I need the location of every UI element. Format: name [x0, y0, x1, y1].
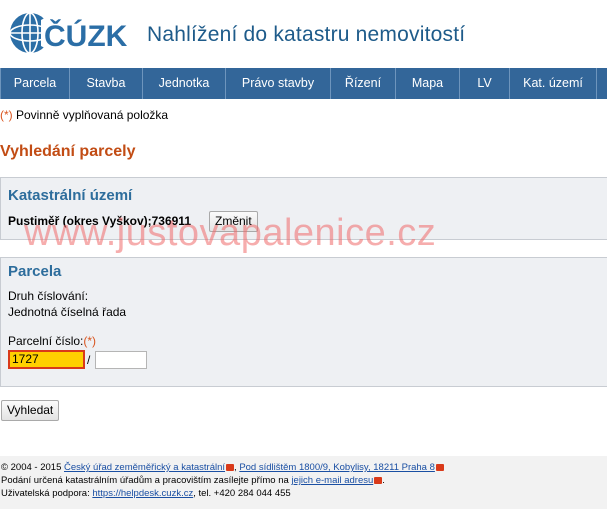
app-title: Nahlížení do katastru nemovitostí — [147, 23, 466, 46]
footer-phone: , tel. +420 284 044 455 — [193, 488, 291, 499]
parcel-number-label-row: Parcelní číslo:(*) — [8, 334, 96, 348]
required-field-note: (*) Povinně vyplňovaná položka — [0, 108, 168, 122]
footer-org-link[interactable]: Český úřad zeměměřický a katastrální — [64, 462, 225, 473]
nav-kat-uzemi[interactable]: Kat. území — [510, 68, 597, 99]
cadastral-area-panel: Katastrální území Pustiměř (okres Vyškov… — [0, 177, 607, 240]
parcel-number-input[interactable]: 1727 — [8, 350, 85, 369]
cuzk-logo[interactable]: ČÚZK — [8, 10, 136, 56]
cadastral-area-value: Pustiměř (okres Vyškov);736911 — [8, 214, 191, 228]
nav-pravo-stavby[interactable]: Právo stavby — [226, 68, 331, 99]
logo-text: ČÚZK — [44, 19, 128, 53]
footer-email-link[interactable]: jejich e-mail adresu — [291, 475, 373, 486]
change-button[interactable]: Změnit — [209, 211, 258, 232]
nav-mapa[interactable]: Mapa — [396, 68, 460, 99]
required-mark: (*) — [0, 108, 13, 122]
footer: © 2004 - 2015 Český úřad zeměměřický a k… — [0, 456, 607, 509]
search-button[interactable]: Vyhledat — [1, 400, 60, 421]
nav-jednotka[interactable]: Jednotka — [143, 68, 226, 99]
footer-submission-text: Podání určená katastrálním úřadům a prac… — [1, 475, 292, 486]
numbering-value: Jednotná číselná řada — [8, 305, 127, 319]
external-link-icon — [435, 463, 444, 471]
cadastral-area-title: Katastrální území — [8, 187, 133, 204]
external-link-icon — [226, 463, 235, 471]
footer-address-link[interactable]: Pod sídlištěm 1800/9, Kobylisy, 18211 Pr… — [239, 462, 435, 473]
page-title: Vyhledání parcely — [0, 143, 136, 160]
nav-overflow — [597, 68, 607, 99]
footer-support-label: Uživatelská podpora: — [1, 488, 93, 499]
footer-helpdesk-link[interactable]: https://helpdesk.cuzk.cz — [92, 488, 193, 499]
required-note-text: Povinně vyplňovaná položka — [12, 108, 169, 122]
parcel-title: Parcela — [8, 263, 62, 280]
parcel-number-required-mark: (*) — [83, 334, 97, 348]
parcel-number-label: Parcelní číslo: — [8, 334, 84, 348]
footer-line-2: Podání určená katastrálním úřadům a prac… — [1, 475, 385, 486]
parcel-panel: Parcela Druh číslování: Jednotná číselná… — [0, 257, 607, 387]
nav-stavba[interactable]: Stavba — [70, 68, 143, 99]
header: ČÚZK Nahlížení do katastru nemovitostí — [0, 0, 607, 68]
nav-rizeni[interactable]: Řízení — [331, 68, 396, 99]
nav-parcela[interactable]: Parcela — [0, 68, 70, 99]
nav-lv[interactable]: LV — [460, 68, 510, 99]
numbering-label: Druh číslování: — [8, 289, 89, 303]
parcel-number-separator: / — [87, 353, 91, 367]
footer-line-1: © 2004 - 2015 Český úřad zeměměřický a k… — [1, 461, 607, 474]
parcel-subnumber-input[interactable] — [95, 351, 147, 369]
footer-line-3: Uživatelská podpora: https://helpdesk.cu… — [1, 487, 607, 500]
main-nav: Parcela Stavba Jednotka Právo stavby Říz… — [0, 68, 607, 99]
footer-copyright: © 2004 - 2015 — [1, 462, 64, 473]
